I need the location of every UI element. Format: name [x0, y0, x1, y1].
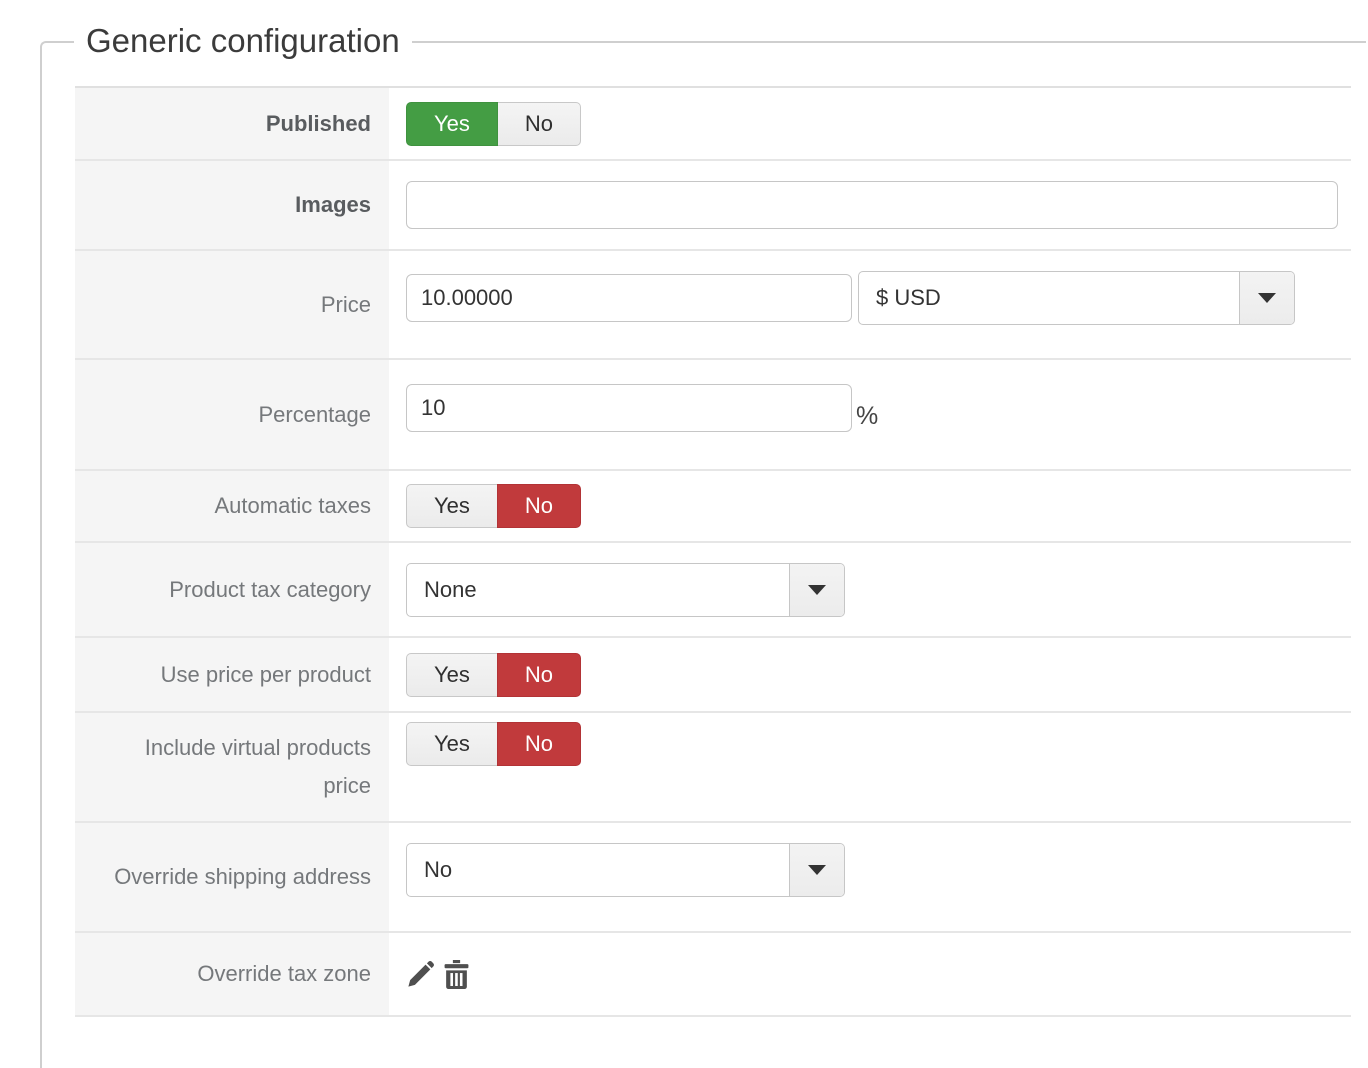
published-no-button[interactable]: No	[498, 102, 581, 146]
automatic-taxes-no-button[interactable]: No	[497, 484, 581, 528]
row-include-virtual-products-price: Include virtual products price Yes No	[75, 713, 1351, 823]
row-override-tax-zone: Override tax zone	[75, 933, 1351, 1017]
use-price-per-product-toggle[interactable]: Yes No	[406, 653, 581, 697]
row-percentage: Percentage %	[75, 360, 1351, 471]
use-price-per-product-label: Use price per product	[75, 638, 389, 711]
include-virtual-no-button[interactable]: No	[497, 722, 581, 766]
published-label: Published	[75, 88, 389, 159]
images-input[interactable]	[406, 181, 1338, 229]
automatic-taxes-toggle[interactable]: Yes No	[406, 484, 581, 528]
row-published: Published Yes No	[75, 88, 1351, 161]
automatic-taxes-label: Automatic taxes	[75, 471, 389, 541]
edit-tax-zone-button[interactable]	[406, 960, 435, 989]
product-tax-category-label: Product tax category	[75, 543, 389, 636]
row-override-shipping-address: Override shipping address No	[75, 823, 1351, 933]
include-virtual-products-price-toggle[interactable]: Yes No	[406, 722, 581, 766]
row-images: Images	[75, 161, 1351, 251]
row-product-tax-category: Product tax category None	[75, 543, 1351, 638]
row-automatic-taxes: Automatic taxes Yes No	[75, 471, 1351, 543]
automatic-taxes-yes-button[interactable]: Yes	[406, 484, 497, 528]
override-tax-zone-label: Override tax zone	[75, 933, 389, 1015]
published-yes-button[interactable]: Yes	[406, 102, 498, 146]
price-label: Price	[75, 251, 389, 358]
configuration-table: Published Yes No Images Price $ USD	[75, 86, 1351, 1017]
override-shipping-address-select[interactable]: No	[406, 843, 845, 897]
override-shipping-address-value: No	[407, 844, 789, 896]
product-tax-category-value: None	[407, 564, 789, 616]
delete-tax-zone-button[interactable]	[444, 960, 469, 989]
chevron-down-icon[interactable]	[1239, 272, 1294, 324]
generic-configuration-fieldset: Generic configuration Published Yes No I…	[40, 41, 1366, 1068]
chevron-down-icon[interactable]	[789, 564, 844, 616]
percentage-input[interactable]	[406, 384, 852, 432]
published-toggle[interactable]: Yes No	[406, 102, 581, 146]
chevron-down-icon[interactable]	[789, 844, 844, 896]
percentage-label: Percentage	[75, 360, 389, 469]
pencil-icon	[406, 960, 435, 989]
row-use-price-per-product: Use price per product Yes No	[75, 638, 1351, 713]
trash-icon	[444, 960, 469, 989]
currency-select[interactable]: $ USD	[858, 271, 1295, 325]
images-label: Images	[75, 161, 389, 249]
include-virtual-products-price-label: Include virtual products price	[75, 713, 389, 821]
currency-select-value: $ USD	[859, 272, 1239, 324]
use-price-per-product-yes-button[interactable]: Yes	[406, 653, 497, 697]
product-tax-category-select[interactable]: None	[406, 563, 845, 617]
include-virtual-yes-button[interactable]: Yes	[406, 722, 497, 766]
price-input[interactable]	[406, 274, 852, 322]
fieldset-legend: Generic configuration	[74, 16, 412, 66]
row-price: Price $ USD	[75, 251, 1351, 360]
percent-suffix: %	[856, 402, 878, 431]
override-shipping-address-label: Override shipping address	[75, 823, 389, 931]
use-price-per-product-no-button[interactable]: No	[497, 653, 581, 697]
